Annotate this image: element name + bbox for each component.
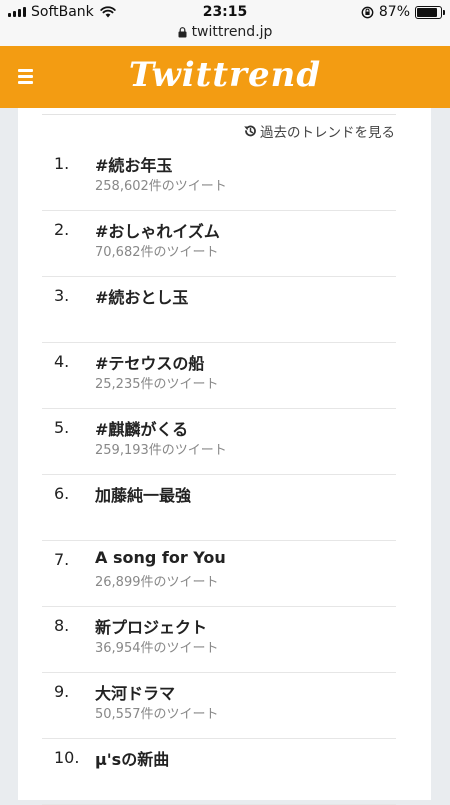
orientation-lock-icon — [361, 6, 374, 18]
trend-item[interactable]: 4. #テセウスの船 25,235件のツイート — [42, 343, 396, 409]
trend-keyword[interactable]: #テセウスの船 — [95, 350, 204, 374]
battery-fill — [417, 7, 437, 17]
trend-keyword[interactable]: A song for You — [95, 548, 226, 567]
trend-rank: 10. — [54, 748, 80, 767]
battery-icon — [415, 5, 445, 19]
trend-list: 1. #続お年玉 258,602件のツイート 2. #おしゃれイズム 70,68… — [42, 145, 396, 805]
trend-tweet-count: 50,557件のツイート — [95, 707, 219, 722]
trend-tweet-count: 25,235件のツイート — [95, 377, 219, 392]
site-header: Twittrend — [0, 46, 450, 108]
trend-keyword[interactable]: 加藤純一最強 — [95, 482, 191, 506]
trend-keyword[interactable]: 新プロジェクト — [95, 614, 207, 638]
trend-tweet-count: 36,954件のツイート — [95, 641, 219, 656]
trend-keyword[interactable]: #続おとし玉 — [95, 284, 188, 308]
url-text: twittrend.jp — [191, 24, 273, 40]
trend-keyword[interactable]: μ'sの新曲 — [95, 746, 169, 770]
trend-card: 過去のトレンドを見る 1. #続お年玉 258,602件のツイート 2. #おし… — [18, 108, 431, 805]
status-bar: SoftBank 23:15 87% twittrend.jp — [0, 0, 450, 46]
site-logo[interactable]: Twittrend — [0, 55, 450, 95]
trend-item[interactable]: 3. #続おとし玉 — [42, 277, 396, 343]
trend-item[interactable]: 2. #おしゃれイズム 70,682件のツイート — [42, 211, 396, 277]
trend-rank: 3. — [54, 286, 70, 305]
trend-item[interactable]: 8. 新プロジェクト 36,954件のツイート — [42, 607, 396, 673]
trend-rank: 2. — [54, 220, 70, 239]
trend-item[interactable]: 5. #麒麟がくる 259,193件のツイート — [42, 409, 396, 475]
address-bar[interactable]: twittrend.jp — [0, 24, 450, 40]
trend-item[interactable]: 6. 加藤純一最強 — [42, 475, 396, 541]
trend-keyword[interactable]: 大河ドラマ — [95, 680, 175, 704]
trend-item[interactable]: 9. 大河ドラマ 50,557件のツイート — [42, 673, 396, 739]
past-trends-label: 過去のトレンドを見る — [260, 125, 395, 141]
trend-rank: 4. — [54, 352, 70, 371]
lock-icon — [178, 26, 187, 37]
past-trends-link[interactable]: 過去のトレンドを見る — [243, 121, 395, 141]
trend-keyword[interactable]: #おしゃれイズム — [95, 218, 220, 242]
trend-rank: 6. — [54, 484, 70, 503]
trend-keyword[interactable]: #続お年玉 — [95, 152, 172, 176]
trend-keyword[interactable]: #麒麟がくる — [95, 416, 188, 440]
trend-item[interactable]: 1. #続お年玉 258,602件のツイート — [42, 145, 396, 211]
trend-rank: 7. — [54, 550, 70, 569]
trend-tweet-count: 258,602件のツイート — [95, 179, 227, 194]
trend-tweet-count: 26,899件のツイート — [95, 575, 219, 590]
history-icon — [244, 125, 256, 137]
trend-tweet-count: 259,193件のツイート — [95, 443, 227, 458]
trend-rank: 8. — [54, 616, 70, 635]
trend-rank: 5. — [54, 418, 70, 437]
trend-item[interactable]: 7. A song for You 26,899件のツイート — [42, 541, 396, 607]
divider — [42, 114, 396, 115]
trend-rank: 9. — [54, 682, 70, 701]
trend-tweet-count: 70,682件のツイート — [95, 245, 219, 260]
trend-item[interactable]: 10. μ'sの新曲 — [42, 739, 396, 805]
status-right: 87% — [361, 4, 445, 20]
battery-percent: 87% — [378, 4, 410, 20]
trend-rank: 1. — [54, 154, 70, 173]
